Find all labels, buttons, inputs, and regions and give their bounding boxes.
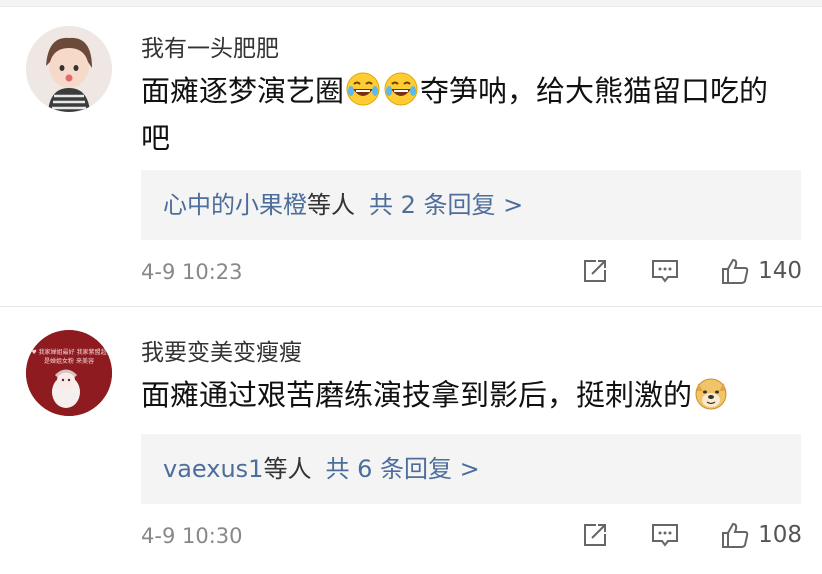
- reply-users-suffix: 等人: [307, 191, 355, 219]
- laugh-cry-emoji-icon: [345, 71, 381, 107]
- repost-icon[interactable]: [580, 520, 610, 550]
- like-icon[interactable]: [720, 256, 750, 286]
- comment-text: 面瘫通过艰苦磨练演技拿到影后，挺刺激的: [141, 372, 791, 419]
- reply-count-link[interactable]: 共 2 条回复 >: [369, 191, 523, 219]
- laugh-cry-emoji-icon: [383, 71, 419, 107]
- comment-text: 面瘫逐梦演艺圈 夺笋呐，给大熊猫留口吃的吧: [141, 68, 791, 162]
- avatar-caption-1: ♥ 我家婵姐最好 我家紫盟超: [31, 348, 106, 356]
- comment-icon[interactable]: [650, 256, 680, 286]
- comment-text-part1: 面瘫通过艰苦磨练演技拿到影后，挺刺激的: [141, 378, 693, 412]
- comment-text-part1: 面瘫逐梦演艺圈: [141, 74, 345, 108]
- doge-emoji-icon: [693, 375, 729, 411]
- replies-box[interactable]: 心中的小果橙等人共 2 条回复 >: [141, 170, 801, 240]
- like-count: 108: [758, 522, 802, 548]
- avatar[interactable]: ♥ 我家婵姐最好 我家紫盟超 是婵姐女粉 来美容: [26, 330, 112, 416]
- comment-divider: [0, 306, 822, 307]
- top-divider: [0, 0, 822, 7]
- reply-users-link[interactable]: vaexus1: [163, 455, 263, 483]
- username[interactable]: 我要变美变瘦瘦: [141, 333, 302, 367]
- comment-item: 我有一头肥肥 面瘫逐梦演艺圈 夺笋呐，给大熊猫留口吃的吧 心中的小果橙等人共 2 …: [0, 8, 822, 306]
- reply-users-suffix: 等人: [263, 455, 312, 483]
- reply-users-link[interactable]: 心中的小果橙: [163, 191, 307, 219]
- reply-count-link[interactable]: 共 6 条回复 >: [325, 455, 479, 483]
- timestamp: 4-9 10:30: [141, 524, 243, 548]
- replies-box[interactable]: vaexus1等人共 6 条回复 >: [141, 434, 801, 504]
- like-count: 140: [758, 258, 802, 284]
- repost-icon[interactable]: [580, 256, 610, 286]
- comment-icon[interactable]: [650, 520, 680, 550]
- comment-item: ♥ 我家婵姐最好 我家紫盟超 是婵姐女粉 来美容 我要变美变瘦瘦 面瘫通过艰苦磨…: [0, 312, 822, 574]
- timestamp: 4-9 10:23: [141, 260, 243, 284]
- avatar-caption-2: 是婵姐女粉 来美容: [44, 357, 94, 365]
- username[interactable]: 我有一头肥肥: [141, 29, 279, 63]
- avatar[interactable]: [26, 26, 112, 112]
- like-icon[interactable]: [720, 520, 750, 550]
